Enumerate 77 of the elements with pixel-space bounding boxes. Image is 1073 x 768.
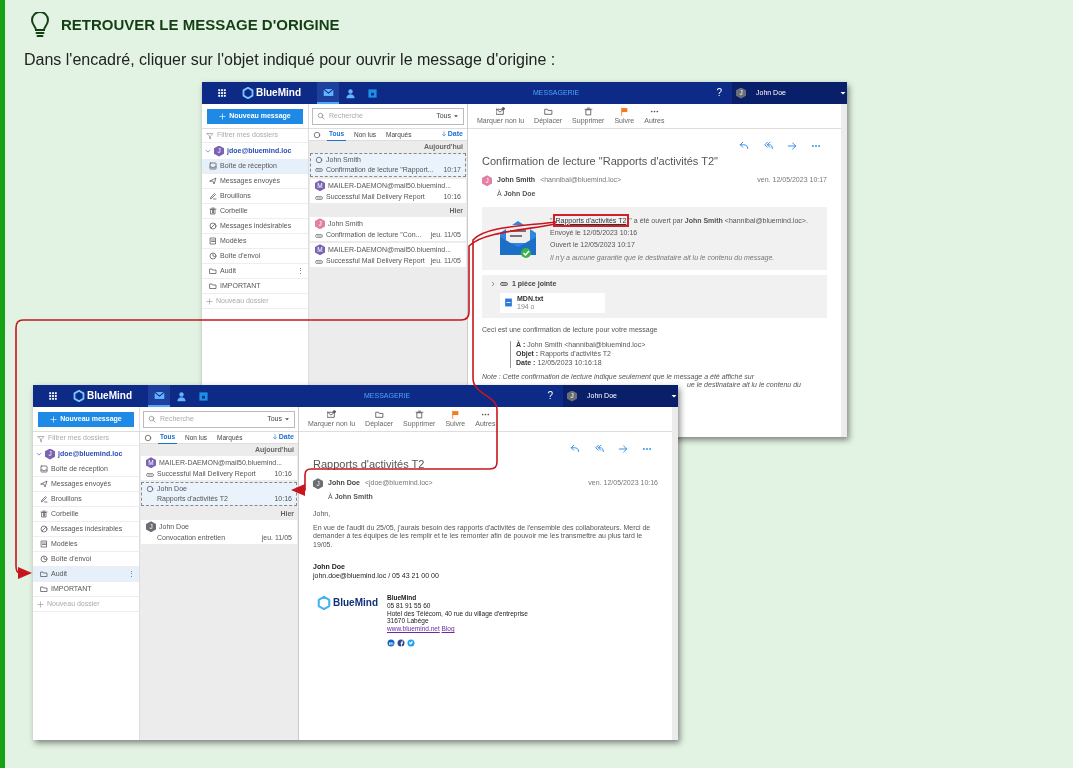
trash-icon [414,409,424,419]
hexagon-icon [317,595,331,610]
person-icon [175,390,187,402]
brand-name: BlueMind [256,87,301,99]
select-circle-icon [313,130,321,139]
sort-arrow-icon [271,434,278,441]
message-title: Confirmation de lecture "Rapports d'activités T2" [482,155,719,169]
reply-icon [570,444,580,454]
plus-icon [206,297,213,305]
search-icon [148,415,156,423]
pencil-icon [40,495,48,503]
plus-icon [37,600,44,608]
app-tab[interactable] [148,385,170,407]
instruction-text: Dans l'encadré, cliquer sur l'objet indiqué pour ouvrir le message d'origine : [23,50,557,70]
plus-icon [219,112,227,120]
grid-icon [217,88,227,98]
envelope-dot-icon [327,409,337,419]
calendar-icon [197,390,209,402]
caret-icon [284,416,290,422]
search-icon [317,112,325,120]
clock-icon [40,555,48,563]
chevron-down-icon [36,451,42,457]
social-icon [397,638,405,647]
plus-icon [50,415,58,423]
logo-text: BlueMind [333,596,378,609]
chevron-down-icon [205,148,211,154]
select-circle-icon [144,433,152,442]
callout-title: RETROUVER LE MESSAGE D'ORIGINE [61,14,340,35]
reply-icon [739,141,749,151]
brand-name: BlueMind [87,390,132,402]
envelope-icon [153,389,165,401]
document-icon [209,237,217,245]
social-icon [387,638,395,647]
flag-icon [450,409,460,419]
blocked-icon [209,222,217,230]
folder-icon [543,106,553,116]
trash-icon [583,106,593,116]
caret-icon [453,113,459,119]
paperclip-icon [500,280,508,289]
select-circle-icon [315,155,323,164]
clock-icon [209,252,217,260]
folder-icon [374,409,384,419]
chevron-right-icon [490,281,496,288]
caret-icon [670,392,678,400]
envelope-dot-icon [496,106,506,116]
funnel-icon [37,434,45,443]
forward-arrow-icon [618,444,628,454]
file-icon [504,298,513,308]
inbox-icon [209,162,217,170]
help-button[interactable]: ? [716,87,722,99]
social-icon [407,638,415,647]
person-icon [344,87,356,99]
select-circle-icon [146,484,154,493]
paper-plane-icon [40,480,48,488]
flag-icon [619,106,629,116]
hexagon-icon [73,390,85,402]
blocked-icon [40,525,48,533]
envelope-icon [322,86,334,98]
app-tab[interactable] [317,82,339,104]
lightbulb-icon [29,12,51,38]
calendar-icon [366,87,378,99]
reply-all-icon [594,444,604,454]
trash-icon [209,207,217,215]
forward-arrow-icon [787,141,797,151]
paper-plane-icon [209,177,217,185]
reply-all-icon [763,141,773,151]
sort-arrow-icon [440,131,447,138]
inbox-icon [40,465,48,473]
message-title: Rapports d'activités T2 [313,458,426,472]
trash-icon [40,510,48,518]
document-icon [40,540,48,548]
funnel-icon [206,131,214,140]
hexagon-icon [242,87,254,99]
help-button[interactable]: ? [547,390,553,402]
grid-icon [48,391,58,401]
pencil-icon [209,192,217,200]
caret-icon [839,89,847,97]
